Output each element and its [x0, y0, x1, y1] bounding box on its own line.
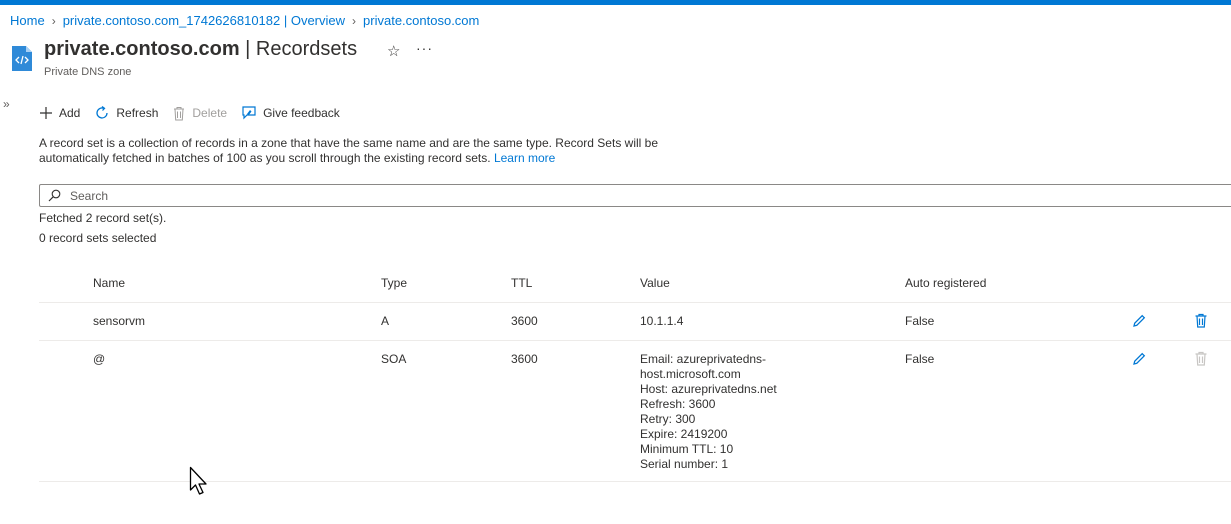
pencil-icon [1133, 314, 1146, 327]
more-options-icon[interactable]: ··· [416, 40, 433, 56]
record-value-line: host.microsoft.com [640, 367, 741, 381]
add-button[interactable]: Add [39, 106, 80, 120]
search-box[interactable] [39, 184, 1231, 207]
expand-menu-icon[interactable]: » [3, 97, 10, 111]
column-header-auto-registered[interactable]: Auto registered [905, 276, 986, 291]
table-row[interactable]: @ SOA 3600 Email: azureprivatedns- host.… [39, 341, 1231, 482]
pencil-icon [1133, 352, 1146, 365]
trash-icon [1195, 351, 1207, 366]
record-value-line: Serial number: 1 [640, 457, 729, 471]
fetched-status: Fetched 2 record set(s). [39, 211, 167, 225]
edit-record-button[interactable] [1131, 351, 1147, 371]
search-input[interactable] [70, 188, 1170, 203]
dns-zone-icon [11, 45, 33, 72]
column-header-ttl[interactable]: TTL [511, 276, 532, 291]
record-name: sensorvm [93, 314, 146, 328]
breadcrumb-zone-overview[interactable]: private.contoso.com_1742626810182 | Over… [63, 13, 345, 28]
record-value-line: Refresh: 3600 [640, 397, 716, 411]
record-type: SOA [381, 352, 407, 366]
command-bar: Add Refresh Delete Give feedback [39, 101, 354, 125]
table-row[interactable]: sensorvm A 3600 10.1.1.4 False [39, 303, 1231, 341]
column-header-value[interactable]: Value [640, 276, 800, 291]
breadcrumb: Home › private.contoso.com_1742626810182… [10, 13, 479, 28]
record-value: Email: azureprivatedns- host.microsoft.c… [640, 352, 800, 472]
record-ttl: 3600 [511, 352, 538, 366]
plus-icon [40, 107, 52, 119]
record-value-line: Email: azureprivatedns- [640, 352, 767, 366]
give-feedback-button[interactable]: Give feedback [241, 105, 340, 121]
record-value: 10.1.1.4 [640, 314, 800, 329]
delete-button[interactable]: Delete [172, 106, 227, 121]
delete-label: Delete [192, 106, 228, 120]
record-auto-registered: False [905, 314, 935, 328]
refresh-button[interactable]: Refresh [94, 105, 158, 121]
mouse-pointer-icon [189, 466, 209, 499]
trash-icon [1195, 313, 1207, 328]
blade-name: | Recordsets [239, 38, 358, 60]
record-name: @ [93, 352, 106, 366]
record-value-line: Host: azureprivatedns.net [640, 382, 777, 396]
record-value-line: Retry: 300 [640, 412, 696, 426]
selected-status: 0 record sets selected [39, 231, 157, 245]
trash-icon [174, 106, 185, 120]
edit-record-button[interactable] [1131, 313, 1147, 333]
delete-record-button[interactable] [1194, 351, 1208, 370]
column-header-name[interactable]: Name [93, 276, 125, 291]
favorite-star-icon[interactable]: ☆ [387, 42, 400, 60]
learn-more-link[interactable]: Learn more [494, 151, 555, 165]
record-type: A [381, 314, 390, 328]
record-auto-registered: False [905, 352, 935, 366]
refresh-icon [96, 105, 109, 119]
record-value-line: 10.1.1.4 [640, 314, 684, 328]
search-icon [48, 189, 61, 202]
top-accent-bar [0, 0, 1231, 5]
delete-record-button[interactable] [1194, 313, 1208, 332]
chevron-right-icon: › [51, 13, 56, 28]
recordsets-table: Name Type TTL Value Auto registered sens… [39, 265, 1231, 482]
description: A record set is a collection of records … [39, 136, 679, 166]
record-value-line: Minimum TTL: 10 [640, 442, 734, 456]
page-subtitle: Private DNS zone [44, 66, 132, 78]
page-title: private.contoso.com | Recordsets [44, 38, 357, 61]
refresh-label: Refresh [116, 106, 159, 120]
description-text: A record set is a collection of records … [39, 136, 658, 165]
feedback-icon [242, 106, 256, 120]
chevron-right-icon: › [352, 13, 357, 28]
record-value-line: Expire: 2419200 [640, 427, 728, 441]
add-label: Add [59, 106, 81, 120]
breadcrumb-home[interactable]: Home [10, 13, 45, 28]
record-ttl: 3600 [511, 314, 538, 328]
feedback-label: Give feedback [263, 106, 340, 120]
zone-name: private.contoso.com [44, 38, 240, 60]
column-header-type[interactable]: Type [381, 276, 407, 291]
breadcrumb-zone[interactable]: private.contoso.com [363, 13, 479, 28]
table-header: Name Type TTL Value Auto registered [39, 265, 1231, 303]
